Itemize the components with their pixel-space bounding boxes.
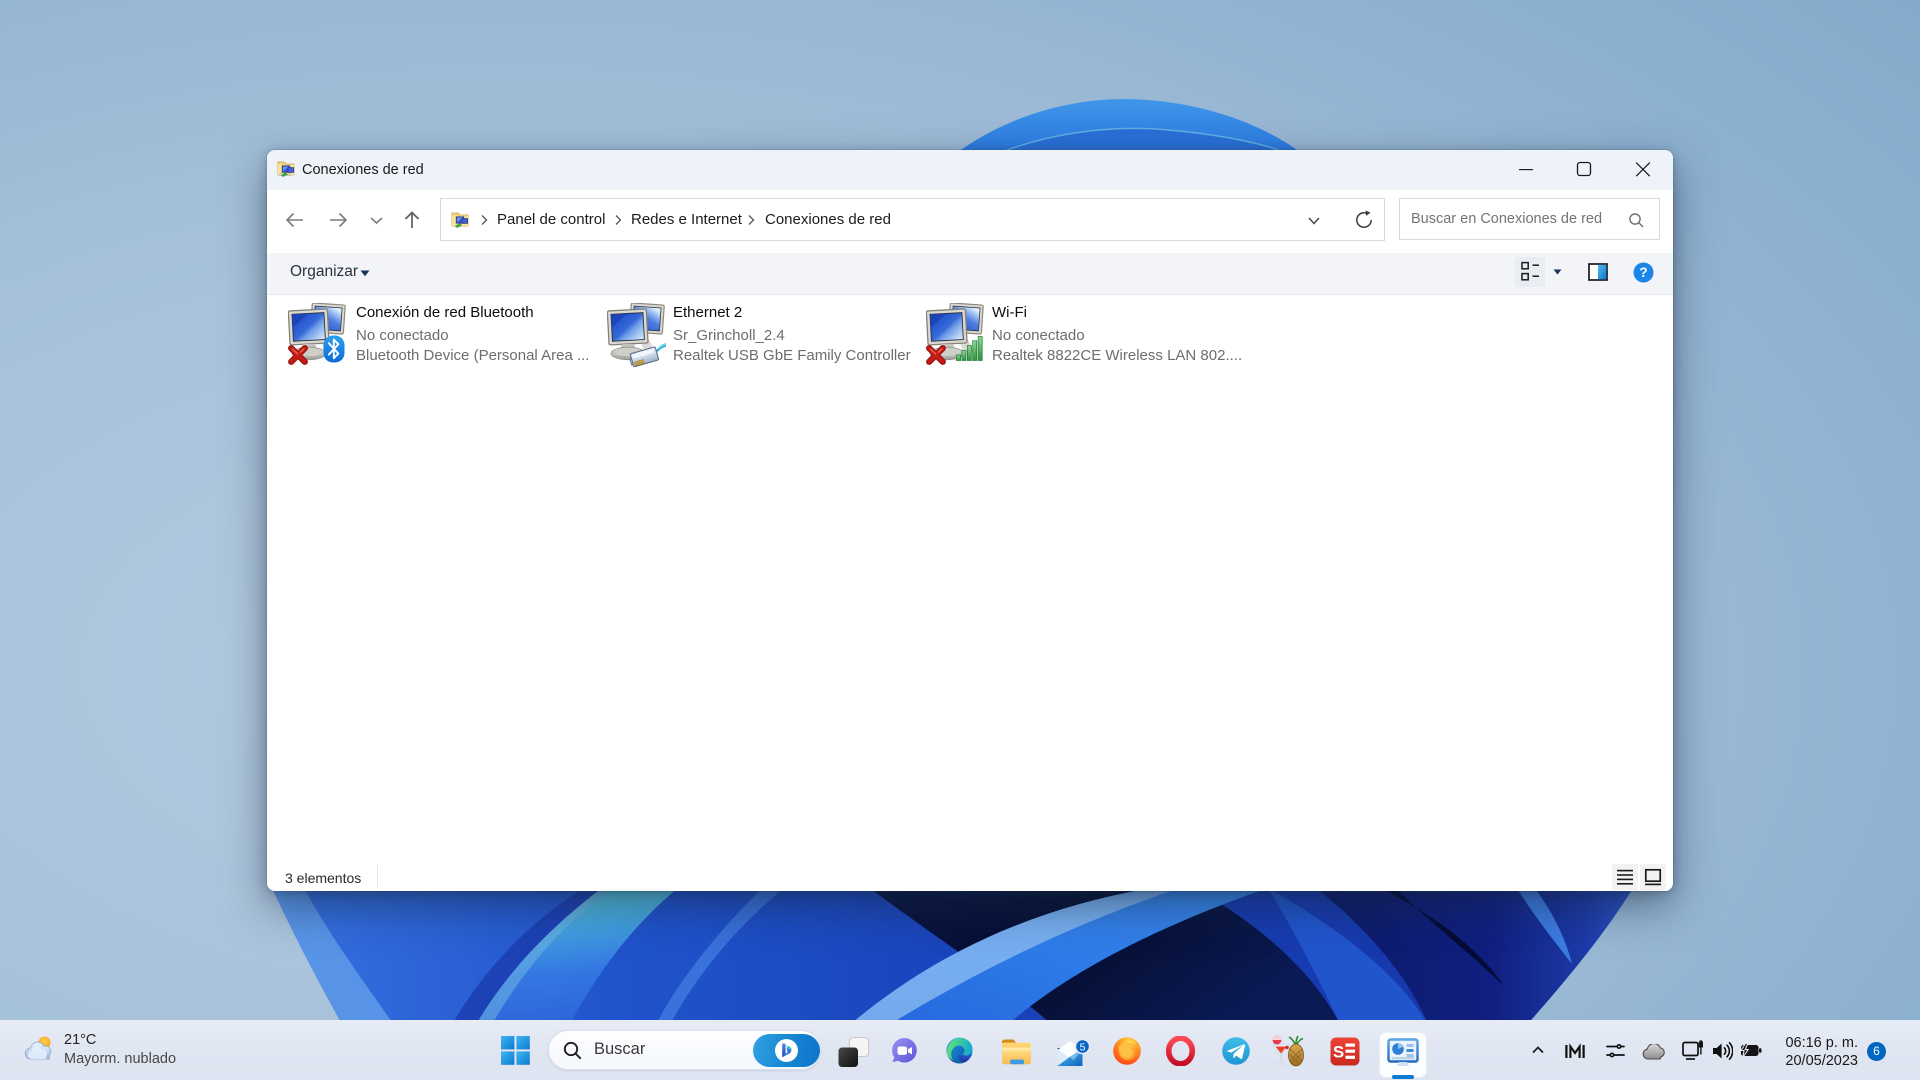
svg-text:?: ?	[1639, 265, 1647, 280]
svg-text:S: S	[1333, 1043, 1344, 1062]
svg-text:5: 5	[1080, 1041, 1086, 1053]
